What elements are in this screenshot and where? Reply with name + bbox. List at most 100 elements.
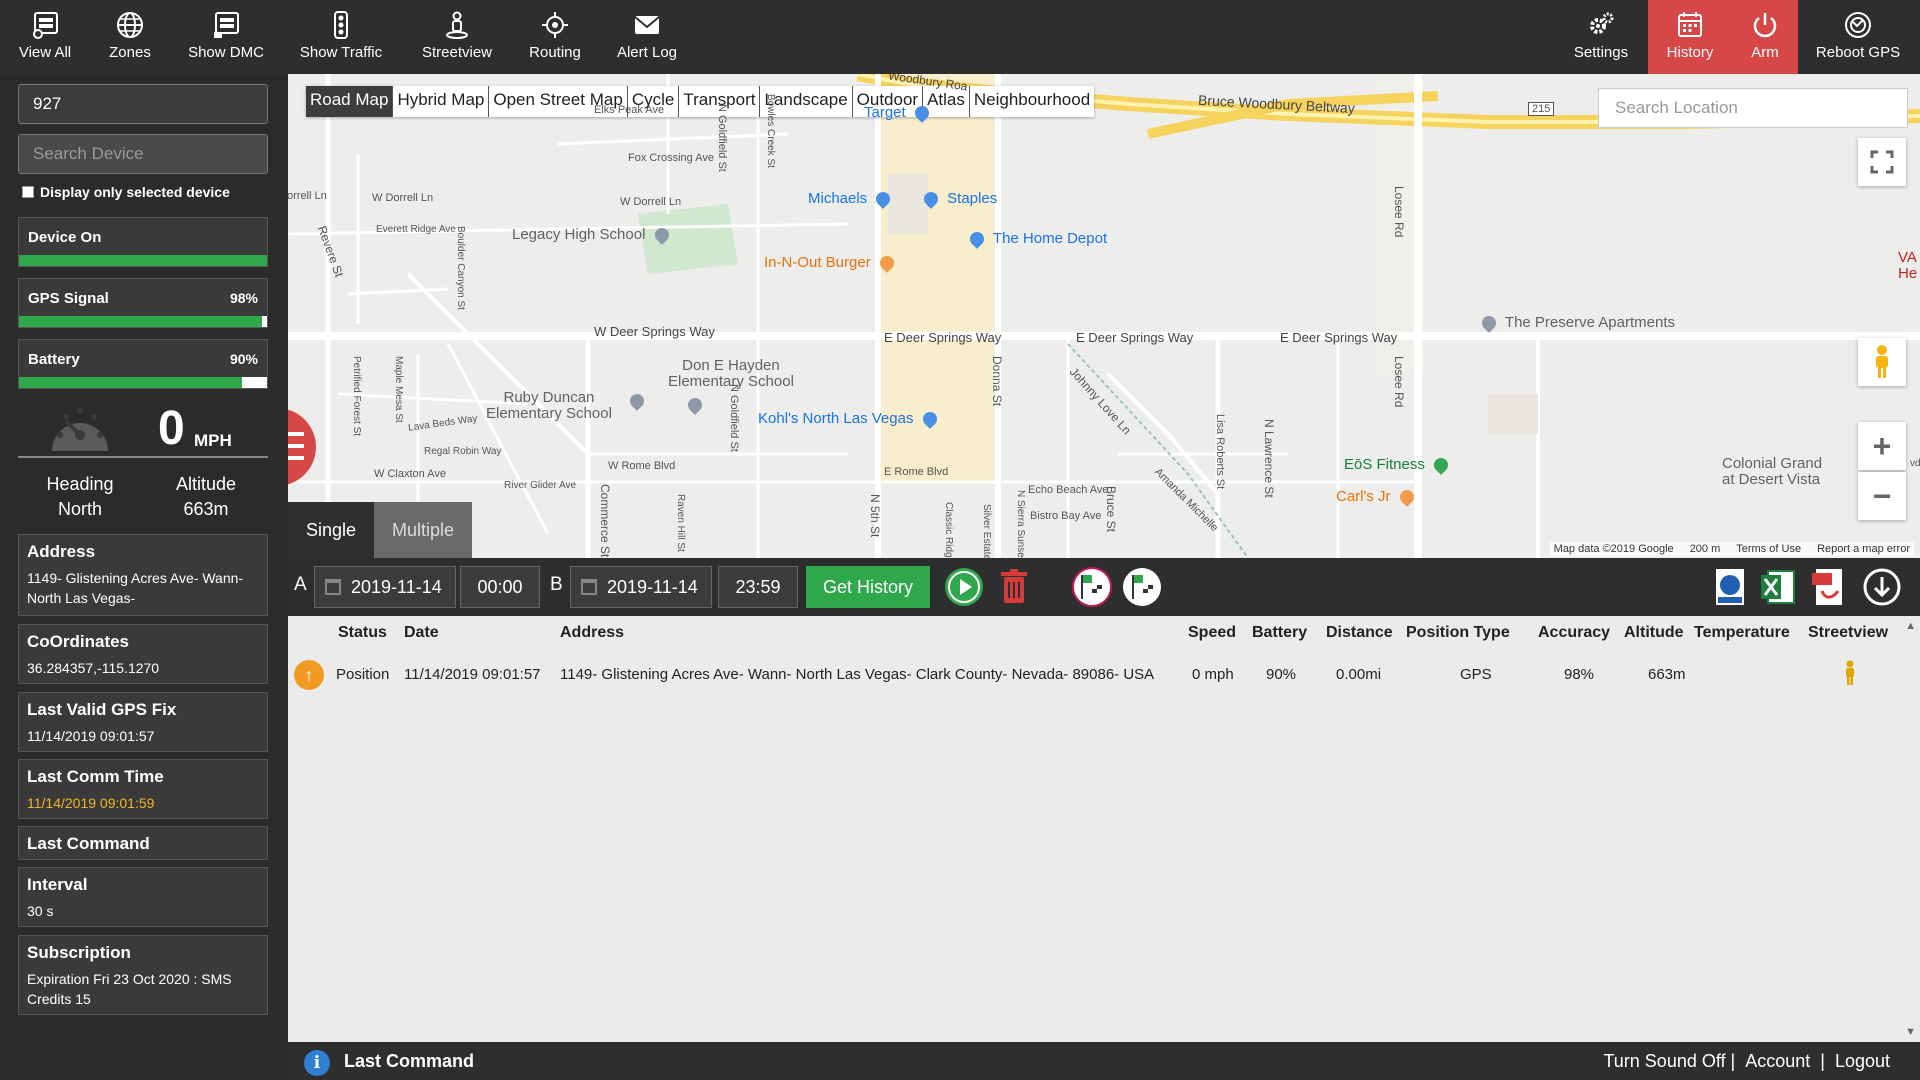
checkbox-box[interactable] <box>22 186 34 198</box>
map-view[interactable]: Road Map Hybrid Map Open Street Map Cycl… <box>288 74 1920 558</box>
subscription-line2: Credits 15 <box>27 991 91 1007</box>
crosshair-icon <box>542 12 568 38</box>
poi-target[interactable]: Target <box>864 103 934 123</box>
view-all-button[interactable]: View All <box>14 0 76 74</box>
poi-legacy-high-school[interactable]: Legacy High School <box>512 225 674 245</box>
row-address: 1149- Glistening Acres Ave- Wann- North … <box>560 666 1155 683</box>
device-on-bar <box>19 255 267 266</box>
poi-colonial-label-1: Colonial Grand <box>1722 455 1823 472</box>
arm-label: Arm <box>1751 44 1779 61</box>
poi-hayden-label-1: Don E Hayden <box>682 357 780 374</box>
poi-ruby-duncan-school[interactable]: Ruby Duncan Elementary School <box>486 390 612 422</box>
pdf-export-icon[interactable] <box>1808 567 1848 607</box>
battery-bar-fill <box>19 377 243 388</box>
trash-icon[interactable] <box>994 567 1034 607</box>
speedometer-icon <box>52 408 108 451</box>
start-date-field[interactable]: 2019-11-14 <box>314 566 456 608</box>
turn-sound-off-link[interactable]: Turn Sound Off | <box>1603 1051 1735 1072</box>
tab-single[interactable]: Single <box>288 502 375 558</box>
kml-export-icon[interactable] <box>1710 567 1750 607</box>
display-only-selected-checkbox[interactable]: Display only selected device <box>22 184 230 200</box>
get-history-button[interactable]: Get History <box>806 566 930 608</box>
play-icon[interactable] <box>944 567 984 607</box>
poi-preserve-apartments[interactable]: The Preserve Apartments <box>1479 313 1675 333</box>
last-comm-value: 11/14/2019 09:01:59 <box>27 795 155 811</box>
school-pin-icon <box>651 225 672 245</box>
poi-eos-fitness[interactable]: EōS Fitness <box>1344 455 1453 475</box>
excel-export-icon[interactable] <box>1758 567 1798 607</box>
bowles-creek-label: Bowles Creek St <box>765 94 776 168</box>
tab-multiple[interactable]: Multiple <box>374 502 473 558</box>
vd-label: vd <box>1910 458 1920 469</box>
report-map-error-link[interactable]: Report a map error <box>1817 543 1910 555</box>
poi-va-label: VA S He <box>1898 250 1920 282</box>
pegman-button[interactable] <box>1858 338 1906 386</box>
col-temperature[interactable]: Temperature <box>1694 624 1790 642</box>
poi-home-depot[interactable]: The Home Depot <box>967 229 1107 249</box>
streetview-button[interactable]: Streetview <box>414 0 500 74</box>
account-link[interactable]: Account <box>1745 1051 1810 1072</box>
last-valid-gps-title: Last Valid GPS Fix <box>27 700 177 719</box>
maptype-hybrid-map[interactable]: Hybrid Map <box>393 86 490 117</box>
download-icon[interactable] <box>1862 567 1902 607</box>
show-dmc-button[interactable]: Show DMC <box>184 0 268 74</box>
poi-in-n-out[interactable]: In-N-Out Burger <box>764 253 899 273</box>
reboot-gps-button[interactable]: Reboot GPS <box>1810 0 1906 74</box>
last-valid-gps-value: 11/14/2019 09:01:57 <box>27 728 155 744</box>
poi-staples[interactable]: Staples <box>921 189 997 209</box>
search-device-input[interactable]: Search Device <box>18 134 268 174</box>
scroll-down-arrow-icon[interactable]: ▼ <box>1905 1026 1916 1038</box>
col-date[interactable]: Date <box>404 624 439 642</box>
search-location-input[interactable]: Search Location <box>1598 88 1908 128</box>
device-id-field[interactable]: 927 <box>18 84 268 124</box>
col-streetview[interactable]: Streetview <box>1808 624 1888 642</box>
col-distance[interactable]: Distance <box>1326 624 1393 642</box>
zoom-in-button[interactable]: + <box>1858 422 1906 470</box>
zones-button[interactable]: Zones <box>100 0 160 74</box>
footer-links: Turn Sound Off | Account | Logout <box>1603 1051 1890 1072</box>
poi-colonial-grand[interactable]: Colonial Grand at Desert Vista <box>1722 456 1822 488</box>
start-finish-flags-icon[interactable] <box>1122 567 1162 607</box>
col-accuracy[interactable]: Accuracy <box>1538 624 1610 642</box>
arm-button[interactable]: Arm <box>1732 0 1798 74</box>
route-flags-icon[interactable] <box>1072 567 1112 607</box>
col-position-type[interactable]: Position Type <box>1406 624 1510 642</box>
gps-signal-bar <box>19 316 267 327</box>
scroll-up-arrow-icon[interactable]: ▲ <box>1905 620 1916 632</box>
streetview-pegman-icon[interactable] <box>1842 660 1858 686</box>
battery-bar <box>19 377 267 388</box>
show-traffic-button[interactable]: Show Traffic <box>296 0 386 74</box>
col-battery[interactable]: Battery <box>1252 624 1307 642</box>
fullscreen-button[interactable] <box>1858 138 1906 186</box>
reboot-globe-icon <box>1845 12 1871 38</box>
col-status[interactable]: Status <box>338 624 387 642</box>
poi-michaels[interactable]: Michaels <box>808 189 895 209</box>
col-address[interactable]: Address <box>560 624 624 642</box>
end-date-field[interactable]: 2019-11-14 <box>570 566 712 608</box>
end-time-field[interactable]: 23:59 <box>718 566 798 608</box>
row-accuracy: 98% <box>1564 666 1595 683</box>
poi-kohls[interactable]: Kohl's North Las Vegas <box>758 409 942 429</box>
maptype-neighbourhood[interactable]: Neighbourhood <box>970 86 1094 117</box>
col-speed[interactable]: Speed <box>1188 624 1236 642</box>
heading-block: Heading North <box>18 472 142 522</box>
poi-carls-jr[interactable]: Carl's Jr <box>1336 487 1419 507</box>
poi-hayden-school[interactable]: Don E Hayden Elementary School <box>668 358 794 390</box>
speed-divider <box>18 456 268 458</box>
map-type-selector: Road Map Hybrid Map Open Street Map Cycl… <box>306 86 1095 117</box>
gps-signal-value: 98% <box>229 290 258 306</box>
alert-log-button[interactable]: Alert Log <box>612 0 682 74</box>
routing-button[interactable]: Routing <box>524 0 586 74</box>
zoom-out-button[interactable]: − <box>1858 472 1906 520</box>
history-button[interactable]: History <box>1648 0 1732 74</box>
echo-beach-label: Echo Beach Ave <box>1028 484 1109 496</box>
maptype-road-map[interactable]: Road Map <box>306 86 394 117</box>
fitness-pin-icon <box>1431 455 1451 475</box>
terms-of-use-link[interactable]: Terms of Use <box>1736 543 1801 555</box>
poi-va-label-2: He <box>1898 265 1918 282</box>
start-time-field[interactable]: 00:00 <box>460 566 540 608</box>
col-altitude[interactable]: Altitude <box>1624 624 1684 642</box>
range-b-label: B <box>550 574 563 595</box>
logout-link[interactable]: Logout <box>1835 1051 1890 1072</box>
settings-button[interactable]: Settings <box>1566 0 1636 74</box>
